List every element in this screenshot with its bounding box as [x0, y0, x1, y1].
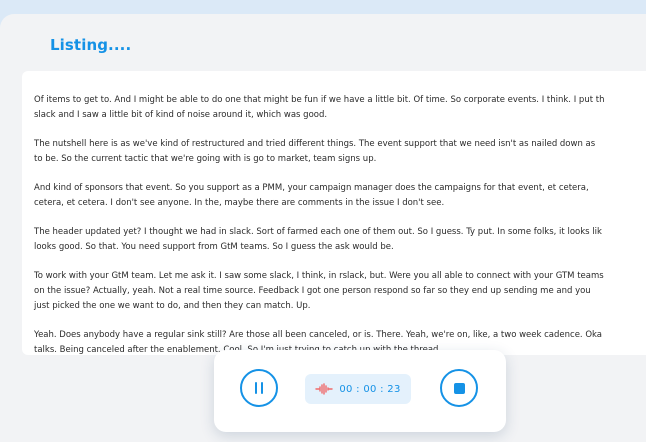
transcript-line: To work with your GtM team. Let me ask i…: [34, 271, 604, 281]
transcript-line: cetera, et cetera. I don't see anyone. I…: [34, 198, 445, 208]
transcript-line: slack and I saw a little bit of kind of …: [34, 110, 328, 120]
transcript-line: The header updated yet? I thought we had…: [34, 227, 602, 237]
recording-timer: 00 : 00 : 23: [305, 374, 411, 404]
transcript-line: And kind of sponsors that event. So you …: [34, 183, 589, 193]
transcript-paragraph: The nutshell here is as we've kind of re…: [34, 137, 646, 167]
pause-icon: [255, 382, 263, 394]
transcript-line: Of items to get to. And I might be able …: [34, 95, 605, 105]
transcript-line: on the issue? Actually, yeah. Not a real…: [34, 286, 591, 296]
transcript-line: just picked the one we want to do, and t…: [34, 301, 311, 311]
transcript-line: The nutshell here is as we've kind of re…: [34, 139, 596, 149]
transcript-paragraph: And kind of sponsors that event. So you …: [34, 181, 646, 211]
timer-text: 00 : 00 : 23: [339, 383, 401, 395]
transcript-paragraph: The header updated yet? I thought we had…: [34, 225, 646, 255]
transcript-line: Yeah. Does anybody have a regular sink s…: [34, 330, 603, 340]
pause-button[interactable]: [240, 369, 278, 407]
page-title: Listing....: [50, 36, 132, 54]
transcript-line: looks good. So that. You need support fr…: [34, 242, 394, 252]
transcript-list: Of items to get to. And I might be able …: [34, 93, 646, 355]
stop-icon: [453, 382, 465, 394]
app-frame: Listing.... Of items to get to. And I mi…: [0, 14, 646, 442]
transcript-paragraph: To work with your GtM team. Let me ask i…: [34, 269, 646, 314]
recorder-control-bar: 00 : 00 : 23: [214, 350, 506, 432]
transcript-line: to be. So the current tactic that we're …: [34, 154, 377, 164]
transcript-paragraph: Of items to get to. And I might be able …: [34, 93, 646, 123]
stop-button[interactable]: [440, 369, 478, 407]
transcript-panel: Of items to get to. And I might be able …: [22, 71, 646, 355]
audio-wave-icon: [315, 383, 334, 395]
